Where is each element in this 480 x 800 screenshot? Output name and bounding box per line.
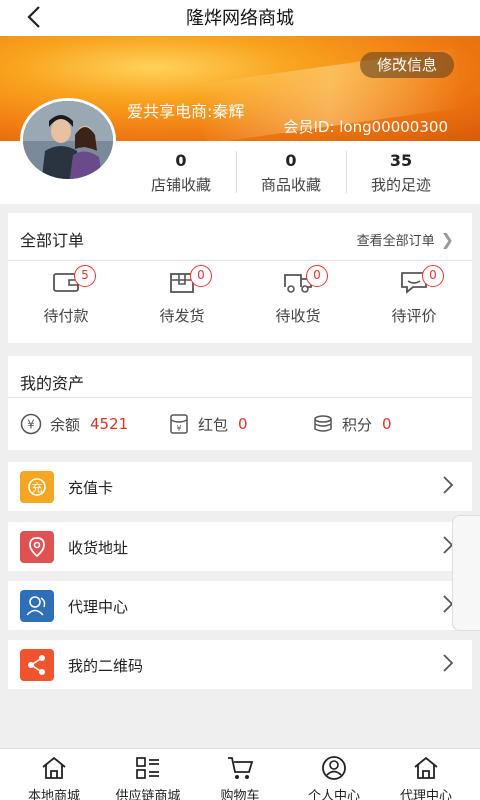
footprint-stat[interactable]: 35 我的足迹 [346,151,456,195]
view-all-label: 查看全部订单 [356,234,435,249]
menu-item-my-qr-code[interactable]: 我的二维码 [8,640,472,689]
yen-icon: ¥ [20,413,42,435]
order-pending-review[interactable]: 0 待评价 [364,265,464,326]
stat-value: 0 [175,151,187,170]
order-label: 待收货 [275,307,321,325]
red-packet-icon: ¥ [170,414,188,434]
order-pending-shipment[interactable]: 0 待发货 [132,265,232,326]
order-pending-receipt[interactable]: 0 待收货 [248,265,348,326]
svg-text:¥: ¥ [176,424,181,433]
order-pending-payment[interactable]: 5 待付款 [16,265,116,326]
edit-info-button[interactable]: 修改信息 [360,52,454,78]
count-badge: 0 [422,265,444,287]
tab-label: 供应链商城 [115,789,181,800]
divider [8,260,472,261]
tab-local-mall[interactable]: 本地商城 [6,755,102,800]
home-icon [42,756,66,779]
stat-value: 35 [389,151,413,170]
asset-value: 0 [382,415,392,433]
tab-supply-chain-mall[interactable]: 供应链商城 [100,755,196,800]
menu-label: 我的二维码 [68,657,144,675]
menu-label: 代理中心 [68,598,129,616]
menu-item-recharge-card[interactable]: 充 充值卡 [8,462,472,511]
svg-text:充: 充 [32,481,43,495]
count-badge: 5 [74,265,96,287]
chevron-right-icon: ❯ [440,230,454,249]
stat-label: 商品收藏 [260,176,321,194]
recharge-card-icon: 充 [20,471,54,503]
order-label: 待评价 [391,307,437,325]
avatar[interactable] [20,98,116,182]
order-label: 待发货 [159,307,205,325]
share-icon [20,649,54,681]
floating-side-tab[interactable] [452,515,480,631]
asset-label: 积分 [342,415,373,434]
tab-label: 代理中心 [399,789,452,800]
chevron-right-icon [443,654,454,672]
tab-label: 购物车 [220,789,260,800]
view-all-orders-link[interactable]: 查看全部订单 ❯ [357,230,454,249]
tab-personal-center[interactable]: 个人中心 [286,755,382,800]
svg-text:¥: ¥ [27,418,35,432]
top-navigation-bar: 隆烨网络商城 [0,0,480,36]
menu-item-shipping-address[interactable]: 收货地址 [8,522,472,571]
tab-label: 个人中心 [307,789,360,800]
menu-item-agent-center[interactable]: 代理中心 [8,581,472,630]
asset-value: 4521 [90,415,129,433]
home-icon [414,756,438,779]
assets-title: 我的资产 [20,374,85,393]
product-favorites-stat[interactable]: 0 商品收藏 [236,151,346,195]
order-label: 待付款 [43,307,89,325]
agent-user-icon [20,590,54,622]
red-packet-item[interactable]: ¥ 红包 0 [168,413,248,435]
menu-label: 收货地址 [68,539,129,557]
asset-value: 0 [238,415,248,433]
bottom-tab-bar: 本地商城 供应链商城 购物车 个人中心 代理中心 [0,748,480,800]
tab-agent-center[interactable]: 代理中心 [378,755,474,800]
stat-value: 0 [285,151,297,170]
orders-section: 全部订单 查看全部订单 ❯ 5 待付款 0 待发货 0 待收货 0 待评价 [8,213,472,343]
coins-icon [314,415,332,432]
orders-title: 全部订单 [20,231,85,250]
shop-favorites-stat[interactable]: 0 店铺收藏 [126,151,236,195]
assets-section: 我的资产 ¥ 余额 4521 ¥ 红包 0 积分 0 [8,356,472,450]
stat-label: 店铺收藏 [150,176,211,194]
member-id: 会员ID: long00000300 [283,118,448,136]
balance-item[interactable]: ¥ 余额 4521 [20,413,128,435]
stat-label: 我的足迹 [370,176,431,194]
cart-icon [228,757,254,779]
divider [8,397,472,398]
asset-label: 余额 [50,415,81,434]
points-item[interactable]: 积分 0 [312,413,392,435]
page-title: 隆烨网络商城 [186,8,294,29]
count-badge: 0 [306,265,328,287]
tab-label: 本地商城 [27,789,80,800]
list-grid-icon [136,757,159,779]
username: 爱共享电商:秦辉 [127,102,245,121]
chevron-right-icon [443,476,454,494]
menu-label: 充值卡 [68,479,114,497]
user-circle-icon [322,756,346,780]
count-badge: 0 [190,265,212,287]
tab-shopping-cart[interactable]: 购物车 [192,755,288,800]
location-pin-icon [20,531,54,563]
asset-label: 红包 [198,415,229,434]
